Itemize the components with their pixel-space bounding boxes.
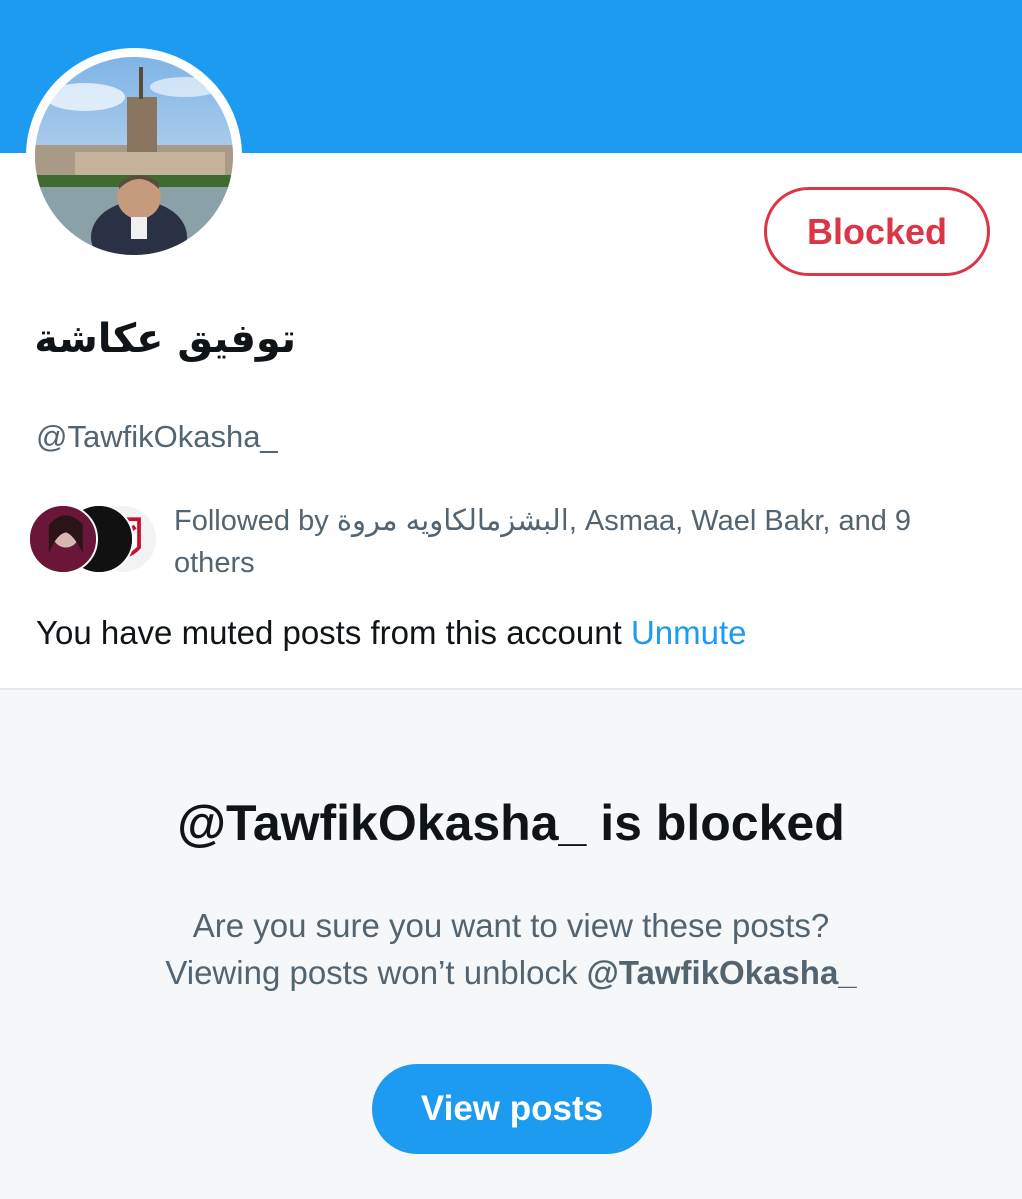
blocked-description-line2: Viewing posts won’t unblock @TawfikOkash… <box>165 954 857 991</box>
follower-name-arabic: البشزمالكاويه مروة <box>336 505 569 537</box>
unmute-link[interactable]: Unmute <box>631 614 747 651</box>
profile-display-name: توفيق عكاشة <box>34 316 296 362</box>
follower-avatar <box>28 504 98 574</box>
followed-by-text[interactable]: Followed by البشزمالكاويه مروة, Asmaa, W… <box>174 500 954 584</box>
followers-avatars[interactable] <box>28 504 162 576</box>
blocked-button[interactable]: Blocked <box>764 187 990 276</box>
profile-handle: @TawfikOkasha_ <box>36 419 278 454</box>
avatar-photo-icon <box>35 57 233 255</box>
view-posts-button[interactable]: View posts <box>372 1064 652 1154</box>
blocked-title: @TawfikOkasha_ is blocked <box>177 795 845 851</box>
mute-notice: You have muted posts from this account U… <box>36 614 747 651</box>
blocked-description: Are you sure you want to view these post… <box>0 902 1022 996</box>
blocked-description-line1: Are you sure you want to view these post… <box>192 907 830 944</box>
profile-avatar[interactable] <box>26 48 242 264</box>
